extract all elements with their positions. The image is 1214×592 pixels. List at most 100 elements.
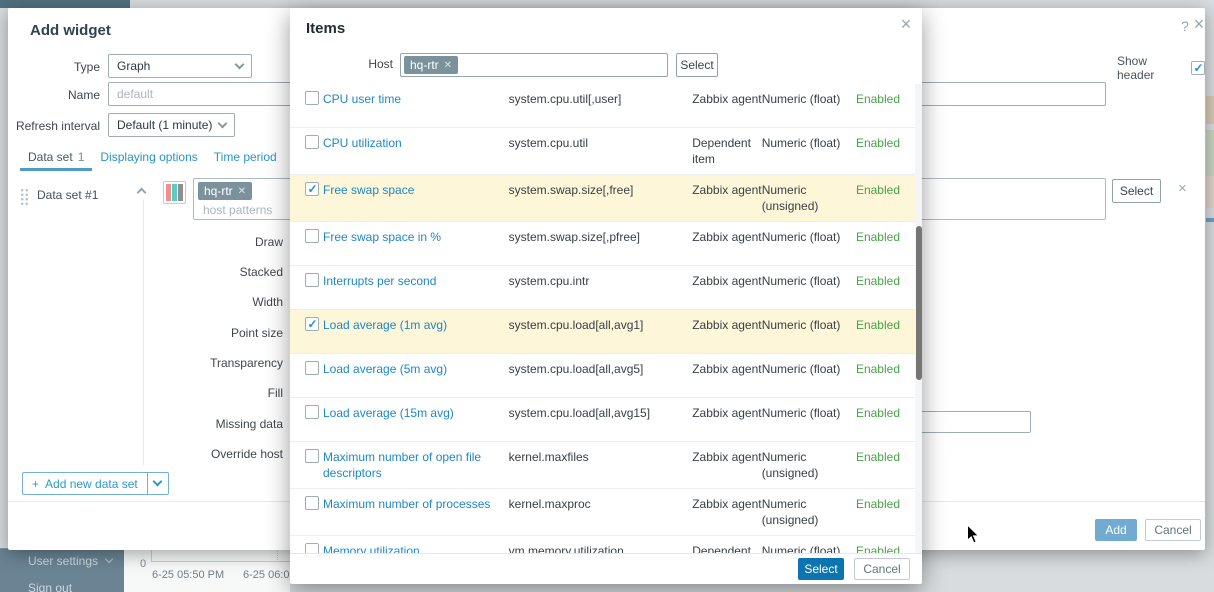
table-row[interactable]: Load average (5m avg) system.cpu.load[all…: [290, 354, 922, 398]
host-select-button[interactable]: Select: [676, 53, 718, 77]
widget-tabs: Data set 1 Displaying options Time period…: [20, 148, 327, 171]
tab-time-period[interactable]: Time period: [206, 148, 285, 171]
item-checkbox[interactable]: [305, 449, 319, 463]
item-type: Zabbix agent: [692, 318, 762, 332]
swatch-color: [172, 184, 177, 201]
table-row[interactable]: Interrupts per second system.cpu.intr Zabb…: [290, 266, 922, 310]
item-value-type: Numeric (float): [761, 406, 841, 420]
chevron-down-icon: [217, 118, 228, 128]
item-name-link[interactable]: Interrupts per second: [323, 273, 509, 289]
table-row[interactable]: Maximum number of processes kernel.maxpro…: [290, 489, 922, 536]
refresh-interval-select[interactable]: Default (1 minute): [108, 113, 235, 137]
close-icon[interactable]: ×: [1191, 15, 1207, 33]
scrollbar-thumb[interactable]: [916, 226, 922, 380]
item-checkbox[interactable]: [305, 361, 319, 375]
dataset-field-label: Transparency: [210, 356, 283, 370]
items-list: CPU user time system.cpu.util[,user] Zabbi…: [290, 84, 922, 553]
table-row[interactable]: Load average (1m avg)system.cpu.load[all…: [290, 310, 922, 354]
item-name-link[interactable]: Load average (15m avg): [323, 405, 509, 421]
tab-label: Data set: [28, 150, 73, 164]
item-name-link[interactable]: CPU user time: [323, 91, 509, 107]
sidebar-item-sign-out[interactable]: Sign out: [28, 581, 72, 592]
add-new-data-set-main[interactable]: + Add new data set: [22, 472, 147, 495]
tab-badge: 1: [77, 150, 85, 164]
remove-data-set-icon[interactable]: ×: [1178, 180, 1187, 197]
tab-displaying-options[interactable]: Displaying options: [92, 148, 205, 171]
host-label: Host: [368, 57, 393, 71]
item-checkbox[interactable]: [305, 543, 319, 553]
graph-y-tick: 0: [140, 558, 147, 570]
item-value-type: Numeric (float): [761, 92, 841, 106]
host-filter-input[interactable]: hq-rtr ✕: [400, 53, 668, 77]
item-status: Enabled: [855, 362, 900, 376]
item-key: system.cpu.load[all,avg5]: [508, 362, 644, 376]
modal-footer: Select Cancel: [290, 553, 922, 584]
show-header-checkbox[interactable]: [1191, 61, 1205, 75]
show-header-label: Show header: [1117, 54, 1155, 82]
table-row[interactable]: Load average (15m avg) system.cpu.load[al…: [290, 398, 922, 442]
item-name-link[interactable]: Free swap space in %: [323, 229, 509, 245]
item-status: Enabled: [855, 183, 900, 197]
drag-handle-icon[interactable]: [20, 188, 29, 205]
color-palette-swatch[interactable]: [163, 181, 186, 204]
table-row[interactable]: Free swap spacesystem.swap.size[,free] Za…: [290, 175, 922, 222]
item-checkbox[interactable]: [305, 135, 319, 149]
item-type: Zabbix agent: [692, 406, 762, 420]
table-row[interactable]: CPU utilization system.cpu.util Dependent …: [290, 128, 922, 175]
table-row[interactable]: CPU user time system.cpu.util[,user] Zabbi…: [290, 84, 922, 128]
item-value-type: Numeric (float): [761, 274, 841, 288]
item-key: system.swap.size[,free]: [508, 183, 634, 197]
item-type: Dependent item: [692, 136, 751, 166]
item-checkbox[interactable]: [305, 496, 319, 510]
item-checkbox[interactable]: [305, 182, 319, 196]
item-name-link[interactable]: CPU utilization: [323, 135, 509, 151]
close-icon[interactable]: ×: [898, 14, 914, 35]
graph-axis: [151, 561, 290, 562]
zabbix-screen: User settings Sign out 0 6-25 05:50 PM 6…: [0, 0, 1214, 592]
cancel-button[interactable]: Cancel: [854, 558, 910, 580]
background-dashboard-strip: [1205, 8, 1214, 592]
plus-icon: +: [32, 476, 40, 491]
add-button[interactable]: Add: [1095, 519, 1137, 541]
background-graph: 0 6-25 05:50 PM 6-25 06:0: [124, 548, 290, 592]
item-name-link[interactable]: Free swap space: [323, 182, 509, 198]
type-select[interactable]: Graph: [108, 54, 252, 78]
sidebar-item-user-settings[interactable]: User settings: [28, 554, 98, 568]
tab-data-set[interactable]: Data set 1: [20, 148, 93, 171]
background-map-fragment: [1206, 176, 1214, 208]
item-name-link[interactable]: Load average (1m avg): [323, 317, 509, 333]
item-value-type: Numeric (float): [761, 136, 841, 150]
type-select-value: Graph: [117, 59, 151, 73]
chip-remove-icon[interactable]: ✕: [238, 186, 246, 197]
item-checkbox[interactable]: [305, 317, 319, 331]
add-new-data-set-button[interactable]: + Add new data set: [22, 472, 169, 495]
item-checkbox[interactable]: [305, 273, 319, 287]
item-status: Enabled: [855, 92, 900, 106]
item-checkbox[interactable]: [305, 91, 319, 105]
item-value-type: Numeric (float): [761, 230, 841, 244]
chip-remove-icon[interactable]: ✕: [444, 60, 452, 71]
table-row[interactable]: Maximum number of open file descriptors k…: [290, 442, 922, 489]
show-header-field: Show header: [1117, 54, 1205, 82]
add-new-data-set-dropdown[interactable]: [146, 472, 169, 495]
table-row[interactable]: Free swap space in % system.swap.size[,pf…: [290, 222, 922, 266]
item-name-link[interactable]: Load average (5m avg): [323, 361, 509, 377]
item-checkbox[interactable]: [305, 229, 319, 243]
collapse-icon[interactable]: [136, 187, 147, 198]
dataset-field-label: Point size: [230, 326, 283, 340]
tab-label: Displaying options: [100, 150, 198, 164]
item-type: Zabbix agent: [692, 92, 762, 106]
host-select-button[interactable]: Select: [1112, 179, 1161, 203]
item-name-link[interactable]: Memory utilization: [323, 543, 509, 553]
host-patterns-placeholder: host patterns: [203, 203, 273, 217]
item-checkbox[interactable]: [305, 405, 319, 419]
item-name-link[interactable]: Maximum number of processes: [323, 496, 509, 512]
graph-x-tick: 6-25 06:0: [243, 569, 290, 581]
table-row[interactable]: Memory utilization vm.memory.utilization D…: [290, 536, 922, 553]
select-button[interactable]: Select: [798, 558, 844, 580]
item-key: system.swap.size[,pfree]: [508, 230, 641, 244]
item-name-link[interactable]: Maximum number of open file descriptors: [323, 449, 509, 481]
cancel-button[interactable]: Cancel: [1145, 519, 1201, 541]
mouse-cursor: [966, 523, 980, 548]
item-key: system.cpu.intr: [508, 274, 590, 288]
